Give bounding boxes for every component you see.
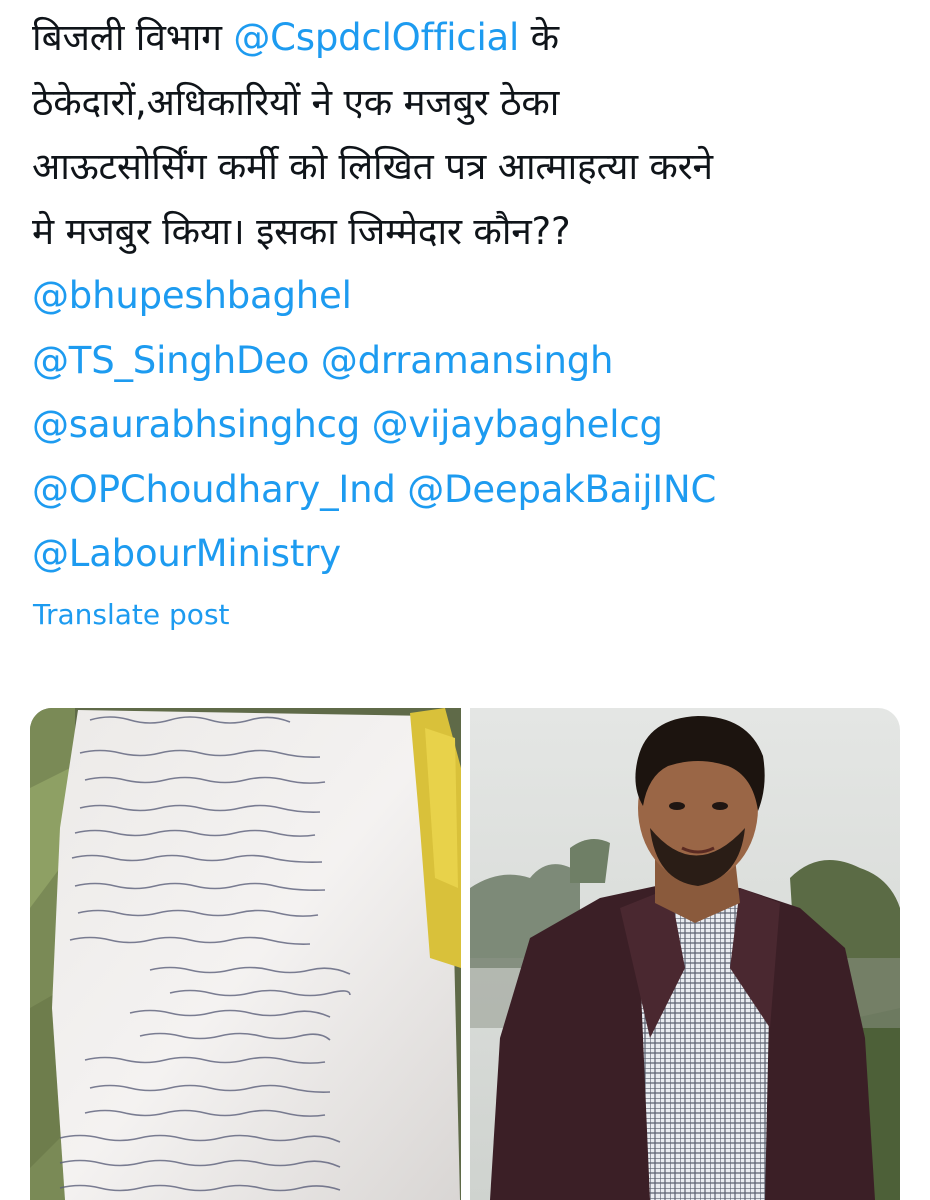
mention-link[interactable]: @CspdclOfficial — [233, 16, 519, 59]
mention-link[interactable]: @DeepakBaijINC — [407, 468, 716, 511]
post-text-segment: आऊटसोर्सिंग कर्मी को लिखित पत्र आत्माहत्… — [32, 145, 713, 188]
portrait-photo-image — [469, 708, 900, 1200]
post-text-line: @saurabhsinghcg @vijaybaghelcg — [32, 393, 912, 458]
mention-link[interactable]: @drramansingh — [321, 339, 614, 382]
post-text-segment: मे मजबुर किया। इसका जिम्मेदार कौन?? — [32, 209, 571, 253]
mention-link[interactable]: @LabourMinistry — [32, 532, 341, 575]
portrait-photo[interactable] — [469, 708, 901, 1200]
letter-photo-image — [30, 708, 461, 1200]
post-text-line: @bhupeshbaghel — [32, 264, 912, 329]
post-text-line: आऊटसोर्सिंग कर्मी को लिखित पत्र आत्माहत्… — [32, 135, 912, 200]
media-grid — [30, 708, 900, 1200]
post-text-line: बिजली विभाग @CspdclOfficial के — [32, 6, 912, 71]
mention-link[interactable]: @OPChoudhary_Ind — [32, 468, 396, 511]
post-text-line: @TS_SinghDeo @drramansingh — [32, 329, 912, 394]
letter-photo[interactable] — [30, 708, 461, 1200]
post-text-segment: ठेकेदारों,अधिकारियों ने एक मजबुर ठेका — [32, 80, 560, 124]
mention-link[interactable]: @TS_SinghDeo — [32, 339, 309, 382]
post-text-segment — [360, 403, 372, 446]
post-text-segment: के — [519, 16, 559, 59]
post-text-line: ठेकेदारों,अधिकारियों ने एक मजबुर ठेका — [32, 71, 912, 136]
post-text-segment — [396, 468, 408, 511]
post-text-line: @OPChoudhary_Ind @DeepakBaijINC — [32, 458, 912, 523]
translate-post-link[interactable]: Translate post — [33, 598, 230, 631]
mention-link[interactable]: @saurabhsinghcg — [32, 403, 360, 446]
post-text-segment: बिजली विभाग — [32, 16, 234, 59]
post-text-line: @LabourMinistry — [32, 522, 912, 587]
mention-link[interactable]: @bhupeshbaghel — [32, 274, 352, 317]
post-text-segment — [309, 339, 321, 382]
post-text: बिजली विभाग @CspdclOfficial के ठेकेदारों,… — [32, 6, 912, 587]
mention-link[interactable]: @vijaybaghelcg — [372, 403, 663, 446]
post-text-line: मे मजबुर किया। इसका जिम्मेदार कौन?? — [32, 200, 912, 265]
